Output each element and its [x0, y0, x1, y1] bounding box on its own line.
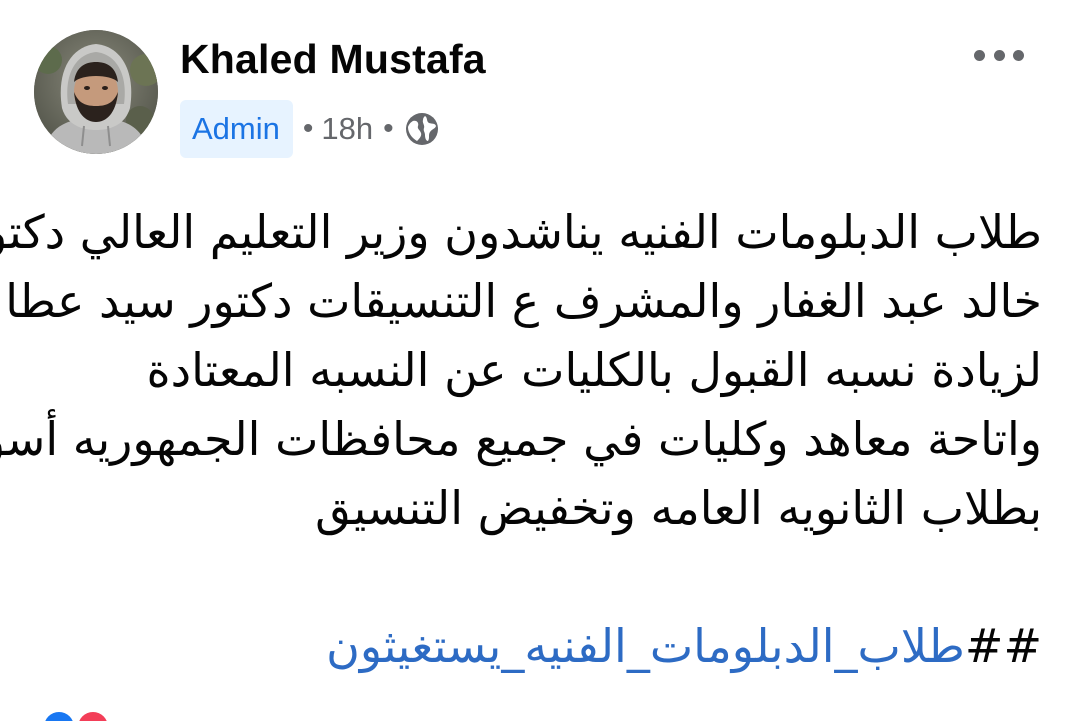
post-timestamp[interactable]: 18h — [321, 111, 373, 147]
like-reaction-icon — [44, 712, 74, 721]
more-dot — [993, 49, 1005, 61]
more-options-icon[interactable] — [974, 40, 1024, 70]
love-reaction-icon — [78, 712, 108, 721]
post-text-line: طلاب الدبلومات الفنيه يناشدون وزير التعل… — [0, 205, 1042, 259]
hashtag-prefix: ## — [964, 619, 1042, 673]
post-text: طلاب الدبلومات الفنيه يناشدون وزير التعل… — [0, 198, 1043, 543]
post-card: Khaled Mustafa Admin • 18h • طلاب الدبلو… — [0, 0, 1080, 721]
post-text-line: لزيادة نسبه القبول بالكليات عن النسبه ال… — [146, 343, 1043, 397]
profile-photo — [34, 30, 158, 154]
more-dot — [974, 49, 985, 61]
hashtag-link[interactable]: طلاب_الدبلومات_الفنيه_يستغيثون — [326, 619, 965, 673]
more-dot — [1013, 49, 1024, 61]
meta-separator: • — [302, 112, 314, 145]
hashtag-line: ##طلاب_الدبلومات_الفنيه_يستغيثون — [326, 612, 1042, 681]
globe-icon[interactable] — [404, 111, 440, 147]
post-text-line: واتاحة معاهد وكليات في جميع محافظات الجم… — [0, 412, 1042, 466]
post-text-line: خالد عبد الغفار والمشرف ع التنسيقات دكتو… — [5, 274, 1042, 328]
author-avatar[interactable] — [34, 30, 158, 154]
author-name[interactable]: Khaled Mustafa — [180, 36, 486, 83]
admin-badge[interactable]: Admin — [180, 100, 293, 158]
meta-separator: • — [383, 112, 394, 145]
reactions-row[interactable] — [44, 712, 112, 721]
post-meta: Admin • 18h • — [180, 100, 440, 158]
post-text-line: بطلاب الثانويه العامه وتخفيض التنسيق — [315, 481, 1042, 535]
